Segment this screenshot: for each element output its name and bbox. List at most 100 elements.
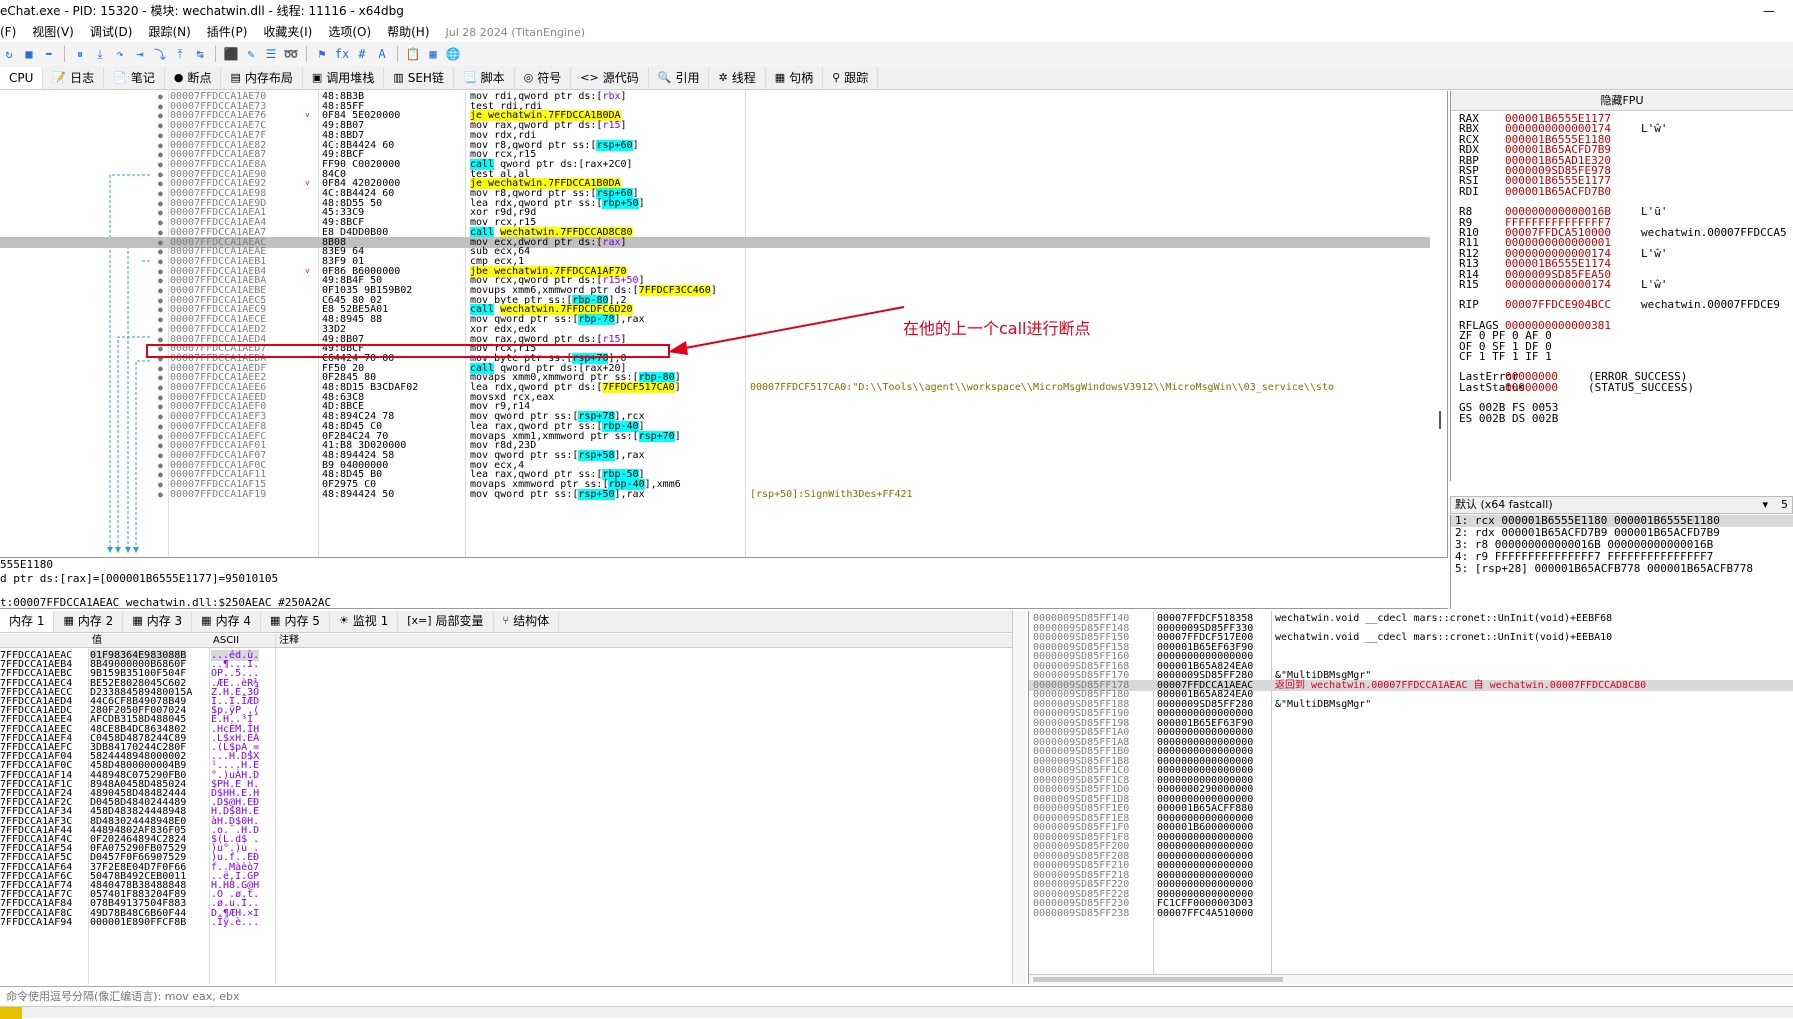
tab-4[interactable]: ▤ 内存布局 [221, 67, 303, 89]
calling-convention-select[interactable]: 默认 (x64 fastcall) ▾ 5 [1450, 496, 1793, 514]
disasm-row[interactable]: ● 00007FFDCCA1AF19 48:894424 50 mov qword p… [0, 488, 1430, 500]
tab-0[interactable]: CPU [0, 67, 44, 89]
menu-item[interactable]: 选项(O) [328, 25, 371, 39]
menu-item[interactable]: 帮助(H) [387, 25, 429, 39]
register-row-laststatus[interactable]: LastStatus00000000 (STATUS_SUCCESS) [1459, 381, 1694, 394]
toolbar-button-icon[interactable]: A [373, 45, 391, 63]
menu-item[interactable]: 收藏夹(I) [263, 25, 312, 39]
toolbar-button-icon[interactable]: ↷ [111, 45, 129, 63]
hide-fpu-button[interactable]: 隐藏FPU [1451, 91, 1793, 111]
registers-pane[interactable]: 隐藏FPU RAX 000001B6555E1177 RBX 000000000000… [1450, 91, 1793, 481]
menu-item[interactable]: (F) [0, 25, 16, 39]
command-input[interactable]: 命令使用逗号分隔(像汇编语言): mov eax, ebx [6, 990, 240, 1003]
calling-convention-label: 默认 (x64 fastcall) [1455, 498, 1553, 511]
tab-label: 内存布局 [244, 71, 293, 85]
toolbar-button-icon[interactable]: 🌐 [444, 45, 462, 63]
arguments-pane[interactable]: 1: rcx 000001B6555E1180 000001B6555E1180… [1450, 515, 1793, 609]
register-row-rdi[interactable]: RDI 000001B65ACFD7B0 [1459, 185, 1611, 198]
splitter-grip[interactable] [1439, 411, 1441, 429]
stack-row[interactable]: 0000009SD85FF238 00007FFC4A510000 [1029, 908, 1793, 919]
toolbar-button-icon[interactable]: ⏸ [71, 45, 89, 63]
tab-2[interactable]: 📄 笔记 [104, 67, 165, 89]
arg-count[interactable]: 5 [1781, 497, 1788, 513]
tab-label: 日志 [70, 71, 95, 85]
toolbar-button-icon[interactable]: ⇥ [131, 45, 149, 63]
menu-item[interactable]: 跟踪(N) [148, 25, 190, 39]
register-value[interactable]: 00000000 [1505, 381, 1558, 394]
menu-item[interactable]: 插件(P) [207, 25, 248, 39]
memory-tab-4[interactable]: ▦ 内存 5 [261, 611, 330, 632]
toolbar-button-icon[interactable]: ⚑ [313, 45, 331, 63]
tab-icon: ◎ [523, 71, 534, 84]
tab-1[interactable]: 📝 日志 [43, 67, 105, 89]
toolbar-button-icon[interactable]: 📋 [404, 45, 422, 63]
tab-11[interactable]: ✲ 线程 [709, 67, 766, 89]
minimize-button[interactable]: — [1759, 0, 1779, 22]
register-name: RIP [1459, 298, 1479, 312]
tab-12[interactable]: ▦ 句柄 [766, 67, 824, 89]
toolbar-button-icon[interactable]: ➿ [282, 45, 300, 63]
toolbar-button-icon[interactable]: ⤵ [151, 45, 169, 63]
memory-tab-6[interactable]: [x=] 局部变量 [398, 611, 494, 632]
command-bar[interactable]: 命令使用逗号分隔(像汇编语言): mov eax, ebx [0, 986, 1793, 1006]
toolbar-button-icon[interactable]: ⬛ [222, 45, 240, 63]
breakpoint-dot[interactable]: ● [158, 489, 163, 500]
memory-tab-1[interactable]: ▦ 内存 2 [54, 611, 124, 632]
tab-9[interactable]: <> 源代码 [571, 67, 649, 89]
memory-dump-view[interactable]: 值 ASCII 注释 7FFDCCA1AEAC 01F98364E983088B.… [0, 634, 1012, 984]
memory-scrollbar[interactable] [1012, 611, 1026, 984]
column-divider [275, 634, 276, 984]
tab-icon: ⑂ [502, 614, 510, 627]
toolbar-button-icon[interactable]: ☰ [262, 45, 280, 63]
toolbar-button-icon[interactable]: fx [333, 45, 351, 63]
stack-view[interactable]: 0000009SD85FF140 00007FFDCF518358 wechatwi… [1028, 611, 1793, 984]
tab-13[interactable]: ⚲ 跟踪 [823, 67, 879, 89]
memory-address: 7FFDCCA1AF94 [0, 916, 73, 928]
argument-row[interactable]: 5: [rsp+28] 000001B65ACFB778 000001B65AC… [1451, 563, 1793, 575]
register-value[interactable]: 00007FFDCE904BCC [1505, 298, 1611, 311]
toolbar-button-icon[interactable]: ⤓ [91, 45, 109, 63]
scroll-thumb[interactable] [1033, 977, 1283, 982]
menu-item[interactable]: 视图(V) [32, 25, 74, 39]
instruction-part: ],rax [614, 488, 645, 500]
register-value[interactable]: 0000000000000174 [1505, 278, 1611, 291]
chevron-down-icon[interactable]: ▾ [1762, 497, 1768, 513]
bytes: 48:894424 50 [322, 488, 395, 500]
value-column-header: 值 [92, 635, 102, 646]
register-comment: L'ū' [1640, 205, 1668, 219]
memory-tab-0[interactable]: 内存 1 [0, 611, 55, 632]
segment-row[interactable]: ES 002B DS 002B [1459, 412, 1558, 425]
menu-item[interactable]: 调试(D) [90, 25, 133, 39]
tab-5[interactable]: ▣ 调用堆栈 [303, 67, 385, 89]
toolbar-button-icon[interactable]: ▦ [424, 45, 442, 63]
tab-label: 内存 3 [146, 614, 183, 628]
tab-label: 符号 [537, 71, 562, 85]
register-row-rip[interactable]: RIP 00007FFDCE904BCC wechatwin.00007FFDCE9 [1459, 299, 1780, 311]
memory-tab-5[interactable]: ☀ 监视 1 [330, 611, 399, 632]
toolbar-separator [215, 46, 216, 62]
tab-3[interactable]: ● 断点 [165, 67, 222, 89]
tab-icon: <> [580, 71, 599, 84]
toolbar-button-icon[interactable]: ■ [20, 45, 38, 63]
tab-6[interactable]: ▥ SEH链 [384, 67, 454, 89]
stack-hscrollbar[interactable] [1029, 974, 1793, 984]
toolbar-button-icon[interactable]: ⤒ [171, 45, 189, 63]
disassembly-view[interactable]: ● 00007FFDCCA1AE70 48:8B3B mov rdi,qword pt… [0, 91, 1448, 557]
memory-tab-7[interactable]: ⑂ 结构体 [494, 611, 560, 632]
toolbar-button-icon[interactable]: ↹ [191, 45, 209, 63]
tab-label: 脚本 [480, 71, 505, 85]
register-value[interactable]: 000001B65ACFD7B0 [1505, 185, 1611, 198]
toolbar-button-icon[interactable]: ➡ [40, 45, 58, 63]
tab-8[interactable]: ◎ 符号 [515, 67, 572, 89]
tab-label: 结构体 [513, 614, 550, 628]
toolbar-button-icon[interactable]: # [353, 45, 371, 63]
tab-10[interactable]: 🔍 引用 [649, 67, 710, 89]
tab-7[interactable]: 📃 脚本 [454, 67, 515, 89]
memory-tab-2[interactable]: ▦ 内存 3 [123, 611, 193, 632]
toolbar-button-icon[interactable]: ↻ [0, 45, 18, 63]
register-row-r15[interactable]: R15 0000000000000174 L'ŵ' [1459, 279, 1667, 291]
toolbar-separator [306, 46, 307, 62]
flags-row[interactable]: CF 1 TF 1 IF 1 [1459, 351, 1552, 363]
memory-tab-3[interactable]: ▦ 内存 4 [192, 611, 262, 632]
toolbar-button-icon[interactable]: ✎ [242, 45, 260, 63]
